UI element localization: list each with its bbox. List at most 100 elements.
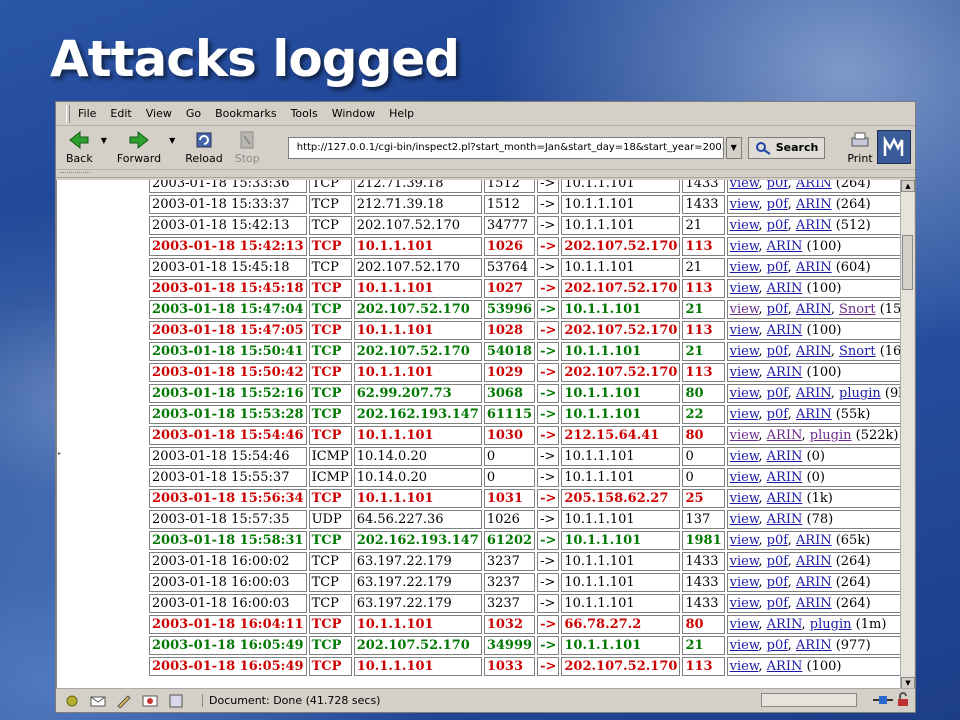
menu-help[interactable]: Help: [389, 107, 414, 120]
menu-grip[interactable]: [66, 104, 70, 123]
link-view[interactable]: view: [730, 281, 759, 296]
menu-file[interactable]: File: [78, 107, 96, 120]
link-plugin[interactable]: plugin: [810, 428, 852, 443]
print-button[interactable]: Print: [843, 128, 876, 168]
link-p0f[interactable]: p0f: [767, 533, 788, 548]
link-arin[interactable]: ARIN: [767, 617, 802, 632]
link-plugin[interactable]: plugin: [810, 617, 852, 632]
scroll-up-icon[interactable]: ▲: [901, 180, 915, 192]
link-arin[interactable]: ARIN: [796, 344, 831, 359]
link-view[interactable]: view: [730, 260, 759, 275]
link-view[interactable]: view: [730, 180, 759, 191]
link-arin[interactable]: ARIN: [796, 407, 832, 422]
link-arin[interactable]: ARIN: [796, 180, 832, 191]
mozilla-throbber-icon[interactable]: [877, 130, 911, 164]
link-view[interactable]: view: [730, 218, 759, 233]
mail-icon[interactable]: [90, 694, 106, 708]
back-button[interactable]: Back: [62, 128, 97, 168]
link-view[interactable]: view: [730, 575, 759, 590]
link-p0f[interactable]: p0f: [767, 180, 788, 191]
link-arin[interactable]: ARIN: [767, 512, 803, 527]
link-view[interactable]: view: [730, 638, 759, 653]
forward-button[interactable]: Forward: [113, 128, 165, 168]
link-arin[interactable]: ARIN: [767, 239, 803, 254]
navigator-icon[interactable]: [64, 694, 80, 708]
link-snort[interactable]: Snort: [839, 302, 876, 317]
link-arin[interactable]: ARIN: [767, 428, 802, 443]
link-view[interactable]: view: [730, 617, 759, 632]
vertical-scrollbar[interactable]: ▲ ▼: [900, 180, 915, 689]
cell-links: view, ARIN (78): [726, 510, 901, 529]
link-view[interactable]: view: [730, 512, 759, 527]
link-plugin[interactable]: plugin: [839, 386, 881, 401]
link-arin[interactable]: ARIN: [796, 554, 832, 569]
link-arin[interactable]: ARIN: [796, 386, 831, 401]
link-p0f[interactable]: p0f: [767, 218, 788, 233]
address-book-icon[interactable]: [168, 694, 184, 708]
menu-view[interactable]: View: [146, 107, 172, 120]
link-p0f[interactable]: p0f: [767, 344, 788, 359]
link-arin[interactable]: ARIN: [796, 302, 831, 317]
back-dropdown-icon[interactable]: ▼: [101, 136, 107, 145]
url-input[interactable]: http://127.0.0.1/cgi-bin/inspect2.pl?sta…: [287, 136, 724, 159]
link-arin[interactable]: ARIN: [767, 365, 803, 380]
link-view[interactable]: view: [730, 239, 759, 254]
link-view[interactable]: view: [730, 533, 759, 548]
link-view[interactable]: view: [730, 344, 759, 359]
online-status-icon[interactable]: [871, 692, 895, 708]
security-lock-icon[interactable]: [895, 692, 911, 708]
url-dropdown-icon[interactable]: ▼: [725, 136, 742, 159]
link-view[interactable]: view: [730, 596, 759, 611]
chat-icon[interactable]: [142, 694, 158, 708]
menu-bookmarks[interactable]: Bookmarks: [215, 107, 276, 120]
link-p0f[interactable]: p0f: [767, 575, 788, 590]
reload-button[interactable]: Reload: [181, 128, 226, 168]
stop-button[interactable]: Stop: [231, 128, 264, 168]
menu-tools[interactable]: Tools: [291, 107, 318, 120]
link-separator: ,: [787, 533, 796, 548]
link-p0f[interactable]: p0f: [767, 554, 788, 569]
link-arin[interactable]: ARIN: [767, 449, 803, 464]
menu-window[interactable]: Window: [332, 107, 375, 120]
link-view[interactable]: view: [730, 659, 759, 674]
link-p0f[interactable]: p0f: [767, 596, 788, 611]
link-view[interactable]: view: [730, 197, 759, 212]
search-button[interactable]: Search: [747, 136, 826, 159]
link-p0f[interactable]: p0f: [767, 407, 788, 422]
tab-strip-grip[interactable]: [60, 172, 90, 175]
link-arin[interactable]: ARIN: [796, 638, 832, 653]
link-p0f[interactable]: p0f: [767, 638, 788, 653]
link-view[interactable]: view: [730, 491, 759, 506]
link-p0f[interactable]: p0f: [767, 260, 788, 275]
link-snort[interactable]: Snort: [839, 344, 876, 359]
link-view[interactable]: view: [730, 407, 759, 422]
link-view[interactable]: view: [730, 554, 759, 569]
sidebar-grip-icon[interactable]: ▸: [58, 450, 61, 457]
link-view[interactable]: view: [730, 428, 759, 443]
link-arin[interactable]: ARIN: [796, 575, 832, 590]
menu-go[interactable]: Go: [186, 107, 201, 120]
link-view[interactable]: view: [730, 449, 759, 464]
link-arin[interactable]: ARIN: [796, 533, 832, 548]
link-p0f[interactable]: p0f: [767, 197, 788, 212]
link-arin[interactable]: ARIN: [767, 323, 803, 338]
link-arin[interactable]: ARIN: [796, 197, 832, 212]
link-arin[interactable]: ARIN: [796, 218, 832, 233]
scroll-thumb[interactable]: [902, 235, 913, 290]
link-arin[interactable]: ARIN: [767, 659, 803, 674]
menu-edit[interactable]: Edit: [110, 107, 131, 120]
link-arin[interactable]: ARIN: [796, 260, 832, 275]
link-view[interactable]: view: [730, 365, 759, 380]
link-p0f[interactable]: p0f: [767, 386, 788, 401]
link-view[interactable]: view: [730, 302, 759, 317]
link-view[interactable]: view: [730, 386, 759, 401]
link-arin[interactable]: ARIN: [767, 470, 803, 485]
composer-icon[interactable]: [116, 694, 132, 708]
forward-dropdown-icon[interactable]: ▼: [169, 136, 175, 145]
link-arin[interactable]: ARIN: [796, 596, 832, 611]
link-view[interactable]: view: [730, 470, 759, 485]
link-arin[interactable]: ARIN: [767, 491, 803, 506]
link-arin[interactable]: ARIN: [767, 281, 803, 296]
link-view[interactable]: view: [730, 323, 759, 338]
link-p0f[interactable]: p0f: [767, 302, 788, 317]
